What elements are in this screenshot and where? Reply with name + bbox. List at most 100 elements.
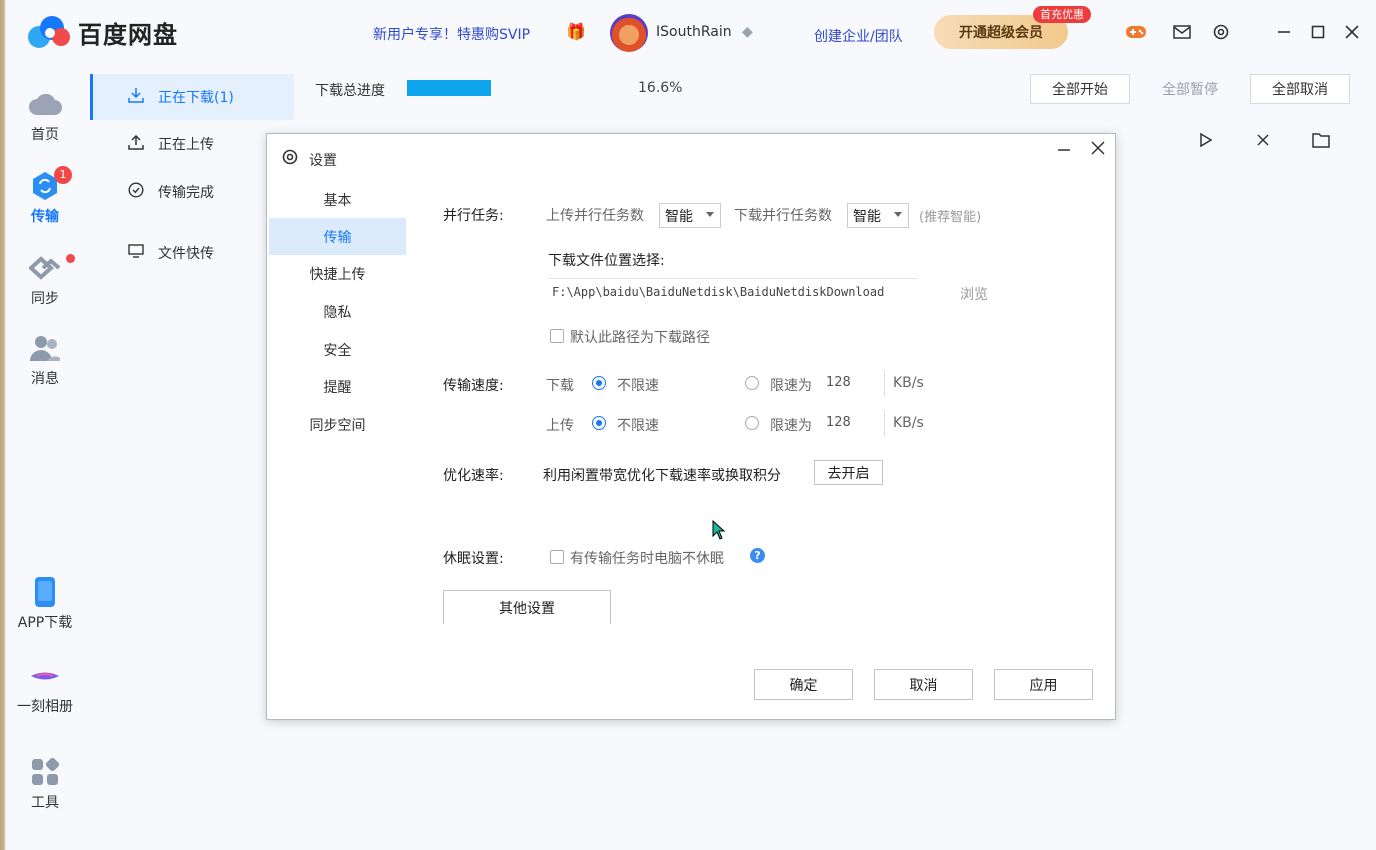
dialog-minimize-icon[interactable] — [1049, 136, 1079, 160]
sync-notification-dot — [66, 254, 75, 263]
settings-nav-basic[interactable]: 基本 — [269, 181, 406, 218]
rail-home[interactable]: 首页 — [6, 88, 84, 144]
gift-icon[interactable]: 🎁 — [566, 22, 586, 41]
upload-limit-input[interactable]: 128 — [826, 415, 851, 430]
help-icon[interactable]: ? — [750, 548, 765, 563]
download-limit-input[interactable]: 128 — [826, 375, 851, 390]
rail-sync-label: 同步 — [31, 291, 59, 307]
phone-icon — [27, 576, 63, 608]
first-charge-tag: 首充优惠 — [1033, 6, 1091, 23]
start-all-button[interactable]: 全部开始 — [1030, 74, 1130, 104]
default-path-checkbox-label: 默认此路径为下载路径 — [570, 330, 710, 346]
close-icon[interactable] — [1340, 20, 1364, 44]
rail-sync[interactable]: 同步 — [6, 252, 84, 308]
parallel-tasks-label: 并行任务: — [443, 208, 504, 224]
settings-nav-transfer[interactable]: 传输 — [269, 218, 406, 255]
settings-nav-sync-space[interactable]: 同步空间 — [269, 406, 406, 443]
sidebar-item-label: 正在下载(1) — [158, 90, 234, 106]
total-progress-fill — [407, 80, 491, 96]
pause-all-button[interactable]: 全部暂停 — [1140, 74, 1240, 104]
cloud-icon — [27, 88, 63, 120]
settings-gear-icon — [281, 148, 299, 171]
upload-limit-radio[interactable] — [745, 416, 759, 430]
divider — [884, 370, 885, 396]
upload-speed-label: 上传 — [546, 418, 574, 434]
mouse-cursor-icon — [712, 519, 726, 544]
rail-album-label: 一刻相册 — [17, 699, 73, 715]
rail-home-label: 首页 — [31, 127, 59, 143]
recommend-hint: (推荐智能) — [919, 210, 982, 225]
play-icon[interactable] — [1199, 132, 1213, 152]
app-logo: 百度网盘 — [28, 14, 178, 50]
grid-icon — [27, 756, 63, 788]
settings-nav-security[interactable]: 安全 — [269, 331, 406, 368]
svip-promo-link[interactable]: 新用户专享！特惠购SVIP — [373, 24, 530, 44]
prevent-sleep-checkbox[interactable] — [550, 550, 564, 564]
download-parallel-label: 下载并行任务数 — [734, 208, 832, 224]
upload-unlimited-label: 不限速 — [617, 418, 659, 434]
sidebar-item-uploading[interactable]: 正在上传 — [90, 121, 294, 167]
game-icon[interactable] — [1124, 20, 1148, 44]
total-progress-label: 下载总进度 — [315, 83, 385, 99]
download-parallel-value: 智能 — [853, 208, 881, 225]
browse-button[interactable]: 浏览 — [960, 284, 988, 304]
username[interactable]: ISouthRain — [656, 24, 732, 40]
rail-messages-label: 消息 — [31, 371, 59, 387]
dialog-title: 设置 — [281, 148, 337, 171]
minimize-icon[interactable] — [1272, 20, 1296, 44]
upload-parallel-value: 智能 — [665, 208, 693, 225]
rail-app-download-label: APP下载 — [17, 615, 73, 631]
cancel-all-button[interactable]: 全部取消 — [1250, 74, 1350, 104]
dialog-close-icon[interactable] — [1083, 136, 1113, 160]
settings-nav-quick-upload[interactable]: 快捷上传 — [269, 255, 406, 292]
dialog-title-text: 设置 — [309, 152, 337, 169]
upload-unlimited-radio[interactable] — [592, 416, 606, 430]
upload-parallel-select[interactable]: 智能 — [659, 203, 721, 228]
create-enterprise-link[interactable]: 创建企业/团队 — [814, 26, 903, 46]
prevent-sleep-label: 有传输任务时电脑不休眠 — [570, 551, 724, 567]
sidebar-item-quick-transfer[interactable]: 文件快传 — [90, 230, 294, 276]
divider — [884, 410, 885, 436]
download-unlimited-radio[interactable] — [592, 376, 606, 390]
mail-icon[interactable] — [1170, 20, 1194, 44]
cancel-task-icon[interactable] — [1256, 132, 1270, 151]
settings-dialog: 设置 基本 传输 快捷上传 隐私 安全 提醒 同步空间 并行任务: 上传并行任务… — [266, 133, 1116, 720]
sidebar-item-downloading[interactable]: 正在下载(1) — [90, 74, 294, 120]
baidu-netdisk-logo-icon — [28, 14, 72, 50]
apply-button[interactable]: 应用 — [994, 669, 1093, 700]
cancel-button[interactable]: 取消 — [874, 669, 973, 700]
settings-icon[interactable] — [1209, 20, 1233, 44]
other-settings-button[interactable]: 其他设置 — [443, 590, 611, 624]
default-path-checkbox[interactable] — [550, 329, 564, 343]
download-parallel-select[interactable]: 智能 — [847, 203, 909, 228]
download-limit-radio[interactable] — [745, 376, 759, 390]
total-progress-percent: 16.6% — [638, 80, 683, 96]
chevron-down-icon — [894, 212, 902, 217]
maximize-icon[interactable] — [1306, 20, 1330, 44]
settings-nav-privacy[interactable]: 隐私 — [269, 293, 406, 330]
sidebar-item-label: 文件快传 — [158, 246, 214, 262]
rail-messages[interactable]: 消息 — [6, 332, 84, 388]
rail-transfer[interactable]: 1 传输 — [6, 166, 84, 226]
settings-nav-reminder[interactable]: 提醒 — [269, 368, 406, 405]
ok-button[interactable]: 确定 — [754, 669, 853, 700]
avatar[interactable] — [610, 14, 648, 52]
optimize-speed-label: 优化速率: — [443, 468, 504, 484]
monitor-icon — [126, 243, 146, 263]
rail-tools[interactable]: 工具 — [6, 756, 84, 812]
download-unit: KB/s — [893, 375, 924, 391]
vip-diamond-icon[interactable]: ◆ — [742, 24, 753, 40]
check-circle-icon — [126, 182, 146, 202]
upload-icon — [126, 134, 146, 154]
rail-app-download[interactable]: APP下载 — [6, 576, 84, 632]
download-path-field[interactable]: F:\App\baidu\BaiduNetdisk\BaiduNetdiskDo… — [548, 278, 918, 304]
download-location-label: 下载文件位置选择: — [548, 253, 665, 269]
rail-tools-label: 工具 — [31, 795, 59, 811]
rail-album[interactable]: 一刻相册 — [6, 660, 84, 716]
album-icon — [27, 660, 63, 692]
sidebar-item-completed[interactable]: 传输完成 — [90, 169, 294, 215]
transfer-speed-label: 传输速度: — [443, 378, 504, 394]
enable-optimize-button[interactable]: 去开启 — [814, 460, 883, 485]
folder-icon[interactable] — [1312, 132, 1330, 152]
rail-transfer-label: 传输 — [31, 209, 59, 225]
